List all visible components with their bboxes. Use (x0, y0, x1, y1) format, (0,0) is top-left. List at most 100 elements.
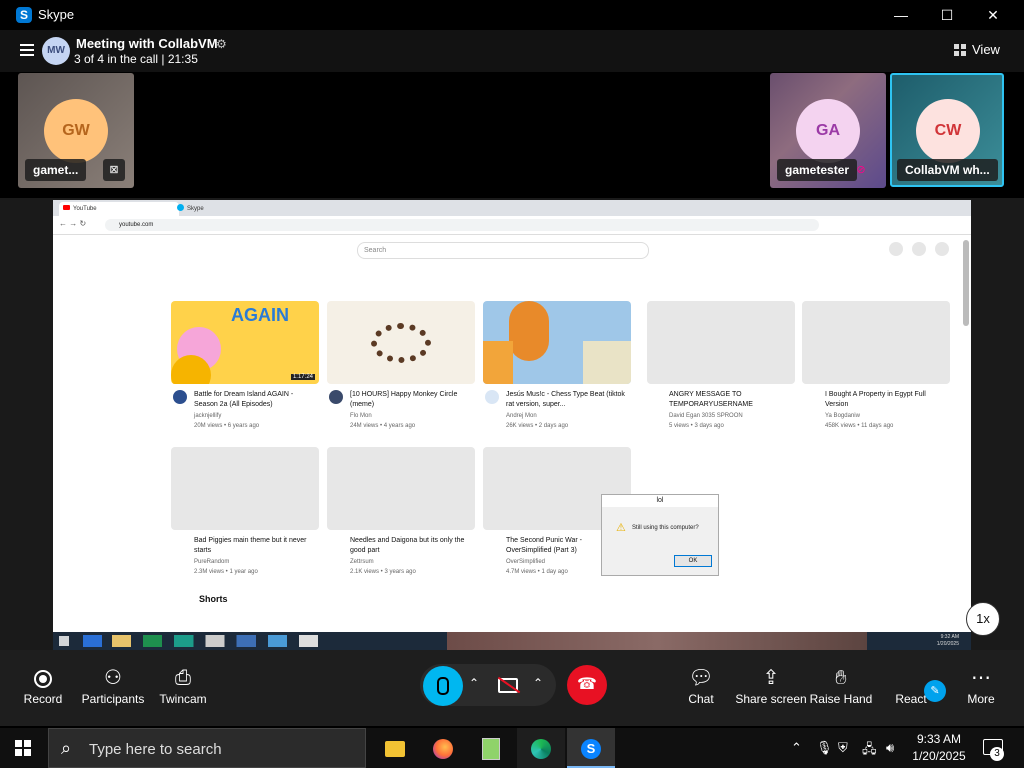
playback-speed-button[interactable]: 1x (966, 602, 1000, 636)
participant-name: gamet... (25, 159, 87, 181)
video-meta: 24M views • 4 years ago (350, 423, 416, 429)
youtube-icon-button (935, 242, 949, 256)
video-meta: 26K views • 2 days ago (506, 423, 569, 429)
browser-tab-bar: YouTube Skype (53, 200, 971, 216)
meeting-avatar[interactable]: MW (42, 37, 70, 65)
channel-avatar (173, 390, 187, 404)
view-button[interactable]: View (954, 42, 1000, 57)
search-placeholder: Type here to search (89, 741, 222, 758)
message-dialog: lol ⚠ Still using this computer? OK (601, 494, 719, 576)
clock-time: 9:33 AM (916, 732, 962, 746)
participant-tile[interactable]: GA gametester ⊘ (770, 73, 886, 188)
chevron-up-icon[interactable]: ⌃ (469, 676, 479, 690)
video-meta: 2.1K views • 3 years ago (350, 569, 416, 575)
video-thumbnail (327, 301, 475, 384)
youtube-icon (63, 205, 70, 210)
defender-icon[interactable]: ⛨ (838, 740, 848, 756)
participant-tile[interactable]: GW gamet... ⊠ (18, 73, 134, 188)
grid-icon (954, 44, 966, 56)
microphone-icon (437, 676, 449, 695)
shared-screen: YouTube Skype ← → ↻ youtube.com Search A… (53, 200, 971, 650)
twincam-label: Twincam (159, 692, 207, 706)
maximize-button[interactable]: ☐ (924, 0, 970, 30)
video-meta: 458K views • 11 days ago (825, 423, 894, 429)
title-bar (0, 0, 1024, 30)
video-thumbnail: AGAIN 1:17:24 (171, 301, 319, 384)
video-thumbnail (647, 301, 795, 384)
mic-muted-icon: ⊘ (856, 164, 866, 176)
twincam-button[interactable]: ⎙ Twincam (138, 666, 228, 706)
video-title: ANGRY MESSAGE TO TEMPORARYUSERNAME (669, 391, 753, 408)
browser-url-bar: ← → ↻ youtube.com (53, 216, 971, 235)
dialog-title: lol (602, 495, 718, 507)
file-explorer-icon[interactable] (371, 728, 419, 768)
video-off-button[interactable] (494, 672, 522, 700)
network-icon[interactable]: 🖧︎ (862, 740, 877, 762)
notepad-icon[interactable] (467, 728, 515, 768)
meeting-title: Meeting with CollabVM (76, 36, 218, 51)
channel-avatar (485, 390, 499, 404)
video-duration: 1:17:24 (290, 374, 315, 380)
scrollbar (963, 240, 969, 326)
hang-up-button[interactable]: ☎ (567, 665, 607, 705)
browser-tab: Skype (187, 206, 204, 212)
minimize-button[interactable]: — (878, 0, 924, 30)
chevron-up-icon[interactable]: ⌃ (533, 676, 543, 690)
camera-add-icon: ⎙ (175, 667, 191, 689)
participant-name: CollabVM wh... (897, 159, 998, 181)
youtube-icon-button (889, 242, 903, 256)
remote-video-strip (447, 632, 867, 650)
more-icon: ⋯ (971, 667, 991, 689)
skype-taskbar-icon[interactable]: S (567, 728, 615, 768)
skype-logo-icon: S (16, 7, 32, 23)
warning-icon: ⚠ (616, 522, 626, 534)
shorts-heading: Shorts (199, 594, 228, 604)
avatar: GW (44, 99, 108, 163)
close-button[interactable]: ✕ (970, 0, 1016, 30)
microphone-button[interactable] (423, 666, 463, 706)
video-title: Needles and Daigona but its only the goo… (350, 537, 465, 554)
taskbar-clock[interactable]: 9:33 AM 1/20/2025 (912, 731, 966, 765)
taskbar-search[interactable]: ⌕ Type here to search (48, 728, 366, 768)
clock-date: 1/20/2025 (912, 749, 966, 763)
edge-icon[interactable] (517, 728, 565, 768)
video-channel: Flo Mon (350, 413, 372, 419)
video-thumbnail (327, 447, 475, 530)
volume-icon[interactable]: 🔊︎ (886, 740, 894, 756)
more-label: More (967, 692, 995, 706)
avatar: GA (796, 99, 860, 163)
chevron-up-icon[interactable]: ⌃ (791, 740, 802, 756)
view-label: View (972, 42, 1000, 57)
participant-name: gametester (777, 159, 858, 181)
video-title: Bad Piggies main theme but it never star… (194, 537, 307, 554)
search-icon: ⌕ (61, 738, 72, 758)
video-meta: 2.3M views • 1 year ago (194, 569, 258, 575)
youtube-search: Search (357, 242, 649, 259)
dialog-ok-button: OK (674, 555, 712, 567)
video-channel: David Egan 3035 SPROON (669, 413, 743, 419)
video-channel: PureRandom (194, 559, 230, 565)
skype-icon (177, 204, 184, 211)
more-button[interactable]: ⋯ More (936, 666, 1024, 706)
youtube-icon-button (912, 242, 926, 256)
video-off-icon (497, 676, 521, 694)
gear-icon[interactable]: ⚙ (216, 37, 227, 51)
windows-icon (59, 636, 69, 646)
video-thumbnail (483, 301, 631, 384)
menu-icon[interactable] (20, 44, 34, 56)
participant-tile-active[interactable]: CW CollabVM wh... (890, 73, 1004, 187)
video-meta: 20M views • 6 years ago (194, 423, 260, 429)
remote-clock: 9:32 AM 1/20/2025 (936, 634, 959, 647)
dialog-message: Still using this computer? (632, 525, 699, 531)
notification-badge: 3 (990, 747, 1004, 761)
app-title: Skype (38, 7, 75, 22)
nav-arrows-icon: ← → ↻ (59, 219, 87, 228)
video-title: I Bought A Property in Egypt Full Versio… (825, 391, 926, 408)
screen-share-icon: ⊠ (103, 159, 125, 181)
address-field: youtube.com (105, 219, 819, 231)
firefox-icon[interactable] (419, 728, 467, 768)
microphone-icon: 🎙︎ (816, 740, 833, 755)
video-channel: jacknjellify (194, 413, 222, 419)
remote-taskbar: 9:32 AM 1/20/2025 (53, 632, 971, 650)
windows-start-icon[interactable] (15, 740, 31, 756)
